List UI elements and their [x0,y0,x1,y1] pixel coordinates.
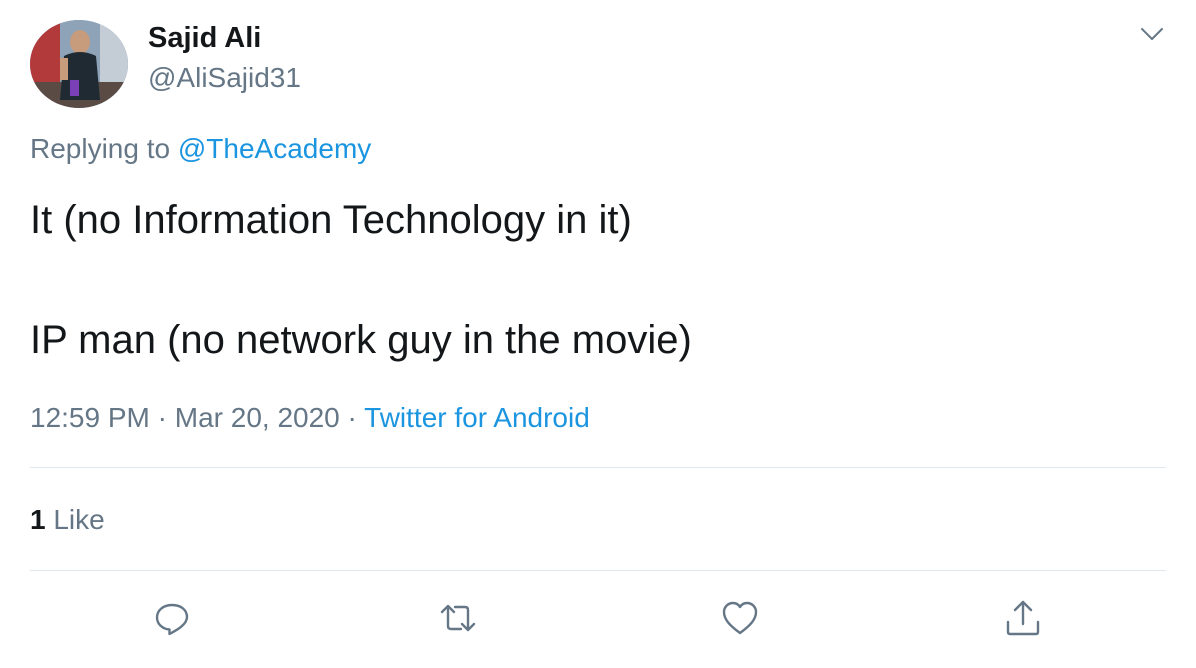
meta-separator: · [157,402,167,433]
reply-prefix: Replying to [30,133,171,164]
tweet-date[interactable]: Mar 20, 2020 [175,402,340,433]
tweet-card: Sajid Ali @AliSajid31 Replying to @TheAc… [0,0,1196,668]
tweet-source-link[interactable]: Twitter for Android [364,402,590,433]
divider [30,467,1166,468]
likes-stat[interactable]: 1 Like [30,502,105,538]
tweet-time[interactable]: 12:59 PM [30,402,150,433]
retweet-icon [440,604,476,632]
like-count: 1 [30,504,46,535]
divider [30,570,1166,571]
avatar[interactable] [30,20,128,108]
retweet-button[interactable] [438,598,478,638]
reply-icon [155,603,189,636]
reply-context: Replying to @TheAcademy [30,131,371,167]
like-label: Like [53,504,105,535]
tweet-meta: 12:59 PM · Mar 20, 2020 · Twitter for An… [30,400,590,436]
meta-separator: · [347,402,357,433]
share-icon [1006,600,1040,636]
tweet-text-line-1: It (no Information Technology in it) [30,198,632,242]
like-button[interactable] [720,598,760,638]
chevron-down-icon[interactable] [1138,20,1166,48]
avatar-image [30,20,128,108]
share-button[interactable] [1003,598,1043,638]
tweet-text-line-2: IP man (no network guy in the movie) [30,318,692,362]
reply-button[interactable] [152,598,192,638]
reply-mention-link[interactable]: @TheAcademy [178,133,371,164]
user-handle[interactable]: @AliSajid31 [148,60,301,96]
heart-icon [722,601,758,635]
display-name[interactable]: Sajid Ali [148,20,261,56]
